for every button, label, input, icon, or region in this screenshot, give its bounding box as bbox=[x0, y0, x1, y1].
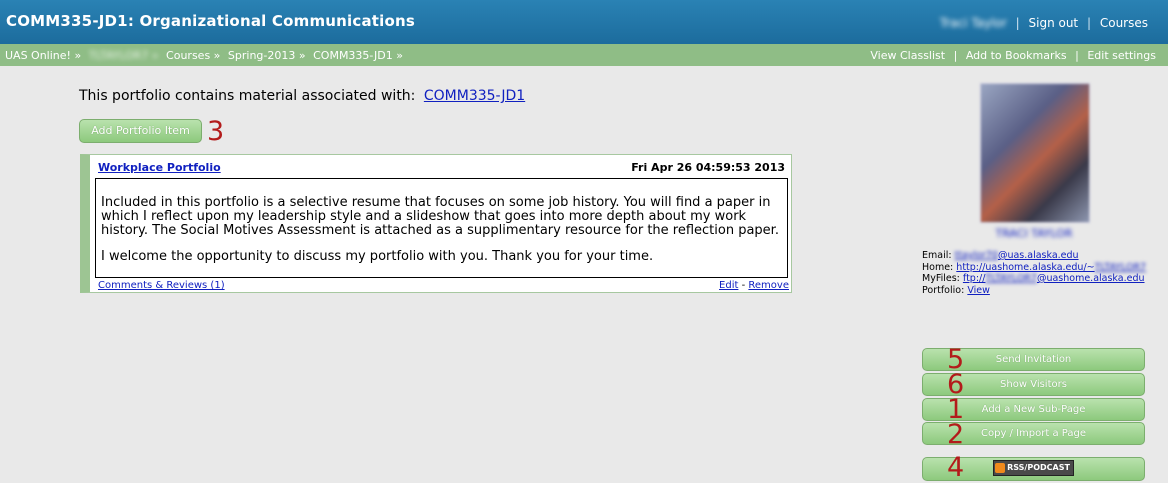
email-domain: @uas.alaska.edu bbox=[997, 250, 1079, 261]
view-classlist-link[interactable]: View Classlist bbox=[870, 49, 945, 62]
separator: | bbox=[953, 49, 958, 62]
email-link[interactable]: ttaylor70@uas.alaska.edu bbox=[955, 250, 1079, 261]
portfolio-row: Portfolio: View bbox=[922, 285, 1147, 297]
course-link[interactable]: COMM335-JD1 bbox=[424, 88, 525, 104]
myfiles-suffix: @uashome.alaska.edu bbox=[1036, 273, 1145, 284]
top-header-bar: COMM335-JD1: Organizational Communicatio… bbox=[0, 0, 1168, 44]
breadcrumb-bar: UAS Online! » TLTAYLOR7 » Courses » Spri… bbox=[0, 44, 1168, 66]
course-actions: View Classlist | Add to Bookmarks | Edit… bbox=[870, 49, 1156, 62]
portfolio-description: Included in this portfolio is a selectiv… bbox=[95, 178, 788, 278]
portfolio-paragraph-1: Included in this portfolio is a selectiv… bbox=[101, 195, 779, 238]
profile-photo bbox=[980, 83, 1090, 223]
breadcrumb-item-uas-online[interactable]: UAS Online! » bbox=[5, 49, 81, 62]
annotation-number-4: 4 bbox=[947, 452, 965, 483]
myfiles-row: MyFiles: ftp://TLTAYLOR7@uashome.alaska.… bbox=[922, 273, 1147, 285]
portfolio-entry: Workplace Portfolio Fri Apr 26 04:59:53 … bbox=[80, 154, 792, 293]
myfiles-label: MyFiles: bbox=[922, 273, 960, 284]
myfiles-user: TLTAYLOR7 bbox=[985, 273, 1037, 284]
home-label: Home: bbox=[922, 261, 954, 273]
breadcrumb-item-user[interactable]: TLTAYLOR7 » bbox=[89, 49, 159, 62]
separator: - bbox=[741, 280, 746, 291]
add-to-bookmarks-link[interactable]: Add to Bookmarks bbox=[966, 49, 1067, 62]
breadcrumb-item-semester[interactable]: Spring-2013 » bbox=[228, 49, 306, 62]
annotation-number-3: 3 bbox=[207, 116, 225, 147]
separator: | bbox=[1075, 49, 1079, 62]
portfolio-association: This portfolio contains material associa… bbox=[79, 88, 525, 104]
portfolio-date: Fri Apr 26 04:59:53 2013 bbox=[631, 161, 785, 174]
portfolio-title-link[interactable]: Workplace Portfolio bbox=[98, 161, 221, 174]
myfiles-prefix: ftp:// bbox=[962, 273, 986, 284]
edit-settings-link[interactable]: Edit settings bbox=[1087, 49, 1156, 62]
portfolio-paragraph-2: I welcome the opportunity to discuss my … bbox=[101, 249, 654, 264]
home-user: TLTAYLOR7 bbox=[1094, 261, 1147, 273]
rss-icon bbox=[995, 462, 1006, 473]
remove-link[interactable]: Remove bbox=[748, 280, 789, 291]
portfolio-view-link[interactable]: View bbox=[967, 285, 990, 296]
home-link[interactable]: http://uashome.alaska.edu/~TLTAYLOR7 bbox=[956, 262, 1146, 273]
sign-out-link[interactable]: Sign out bbox=[1029, 16, 1079, 30]
email-user: ttaylor70 bbox=[954, 250, 998, 261]
rss-label: RSS/PODCAST bbox=[1007, 463, 1070, 472]
profile-name-link[interactable]: TRACI TAYLOR bbox=[985, 227, 1083, 240]
edit-link[interactable]: Edit bbox=[719, 280, 738, 291]
comments-reviews-link[interactable]: Comments & Reviews (1) bbox=[98, 280, 225, 291]
breadcrumb-item-course[interactable]: COMM335-JD1 » bbox=[313, 49, 403, 62]
portfolio-label: Portfolio: bbox=[922, 284, 965, 296]
home-url: http://uashome.alaska.edu/~ bbox=[956, 261, 1095, 273]
add-portfolio-item-button[interactable]: Add Portfolio Item bbox=[79, 119, 202, 143]
rss-badge: RSS/PODCAST bbox=[993, 460, 1074, 476]
email-row: Email: ttaylor70@uas.alaska.edu bbox=[922, 250, 1147, 262]
separator: | bbox=[1086, 16, 1092, 30]
page-title: COMM335-JD1: Organizational Communicatio… bbox=[6, 12, 416, 30]
association-text: This portfolio contains material associa… bbox=[79, 88, 416, 104]
user-name-link[interactable]: Traci Taylor bbox=[940, 16, 1007, 30]
entry-actions: Edit - Remove bbox=[719, 280, 789, 291]
home-row: Home: http://uashome.alaska.edu/~TLTAYLO… bbox=[922, 262, 1147, 274]
courses-link[interactable]: Courses bbox=[1100, 16, 1148, 30]
contact-info: Email: ttaylor70@uas.alaska.edu Home: ht… bbox=[922, 250, 1147, 296]
user-links: Traci Taylor | Sign out | Courses bbox=[940, 16, 1148, 30]
email-label: Email: bbox=[922, 250, 952, 261]
myfiles-link[interactable]: ftp://TLTAYLOR7@uashome.alaska.edu bbox=[963, 273, 1145, 284]
separator: | bbox=[1015, 16, 1020, 30]
breadcrumb: UAS Online! » TLTAYLOR7 » Courses » Spri… bbox=[5, 49, 407, 62]
annotation-number-2: 2 bbox=[947, 419, 965, 450]
breadcrumb-item-courses[interactable]: Courses » bbox=[166, 49, 220, 62]
